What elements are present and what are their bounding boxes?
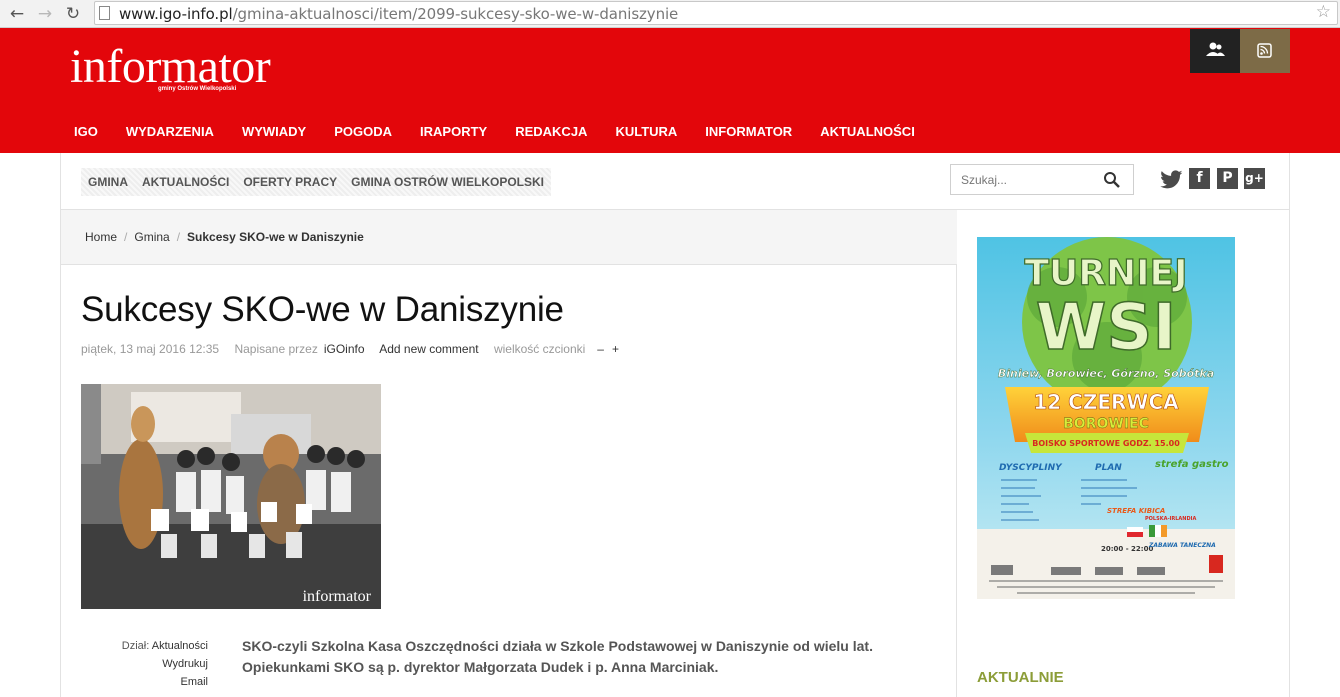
search-input[interactable] (961, 171, 1101, 189)
url-text: www.igo-info.pl/gmina-aktualnosci/item/2… (119, 5, 679, 23)
subnav-item-gmina[interactable]: GMINA (81, 168, 135, 196)
nav-item-redakcja[interactable]: REDAKCJA (501, 122, 601, 142)
email-link[interactable]: Email (81, 673, 208, 691)
poster-art: TURNIEJ WSI Biniew, Borowiec, Górzno, So… (977, 237, 1235, 599)
article-side-info: Dział: Aktualności Wydrukuj Email (81, 637, 208, 691)
event-poster-banner[interactable]: TURNIEJ WSI Biniew, Borowiec, Górzno, So… (977, 237, 1235, 599)
category-line: Dział: Aktualności (81, 637, 208, 655)
add-comment-link[interactable]: Add new comment (379, 342, 478, 356)
poster-match: POLSKA-IRLANDIA (1145, 516, 1196, 522)
browser-toolbar: ← → ↻ www.igo-info.pl/gmina-aktualnosci/… (0, 0, 1340, 28)
nav-item-igo[interactable]: IGO (60, 122, 112, 142)
nav-item-kultura[interactable]: KULTURA (601, 122, 691, 142)
article-date: piątek, 13 maj 2016 12:35 (81, 342, 220, 356)
print-link[interactable]: Wydrukuj (81, 655, 208, 673)
subnav-item-aktualnosci[interactable]: AKTUALNOŚCI (135, 168, 236, 196)
search-box (950, 164, 1134, 195)
article-lead: SKO-czyli Szkolna Kasa Oszczędności dzia… (242, 638, 873, 675)
sidebar-heading-aktualnie: AKTUALNIE (977, 669, 1064, 686)
logo-subtitle: gminy Ostrów Wielkopolski (158, 86, 237, 92)
right-sidebar: TURNIEJ WSI Biniew, Borowiec, Górzno, So… (957, 210, 1290, 697)
breadcrumb-home[interactable]: Home (85, 230, 117, 244)
poster-title-1: TURNIEJ (1024, 253, 1187, 294)
subnav-item-gmina-ostrow[interactable]: GMINA OSTRÓW WIELKOPOLSKI (344, 168, 551, 196)
google-plus-icon[interactable]: g+ (1244, 168, 1265, 189)
rss-icon (1257, 43, 1272, 58)
reload-icon[interactable]: ↻ (62, 3, 84, 25)
poster-venue: BOISKO SPORTOWE GODZ. 15.00 (1032, 439, 1180, 448)
article-meta: piątek, 13 maj 2016 12:35 Napisane przez… (81, 342, 631, 356)
poster-title-2: WSI (1036, 291, 1177, 365)
main-nav: IGO WYDARZENIA WYWIADY POGODA IRAPORTY R… (60, 122, 929, 142)
breadcrumb-current: Sukcesy SKO-we w Daniszynie (187, 230, 364, 244)
breadcrumb-separator: / (176, 230, 181, 244)
nav-item-wywiady[interactable]: WYWIADY (228, 122, 320, 142)
facebook-icon[interactable]: f (1189, 168, 1210, 189)
bookmark-star-icon[interactable]: ☆ (1316, 2, 1331, 22)
nav-item-wydarzenia[interactable]: WYDARZENIA (112, 122, 228, 142)
forward-arrow-icon[interactable]: → (34, 3, 56, 25)
breadcrumb: Home / Gmina / Sukcesy SKO-we w Daniszynie (85, 230, 364, 244)
nav-item-pogoda[interactable]: POGODA (320, 122, 406, 142)
breadcrumb-gmina[interactable]: Gmina (134, 230, 169, 244)
pinterest-icon[interactable]: P (1217, 168, 1238, 189)
font-decrease-button[interactable]: – (597, 342, 604, 356)
font-increase-button[interactable]: + (612, 342, 619, 356)
font-size-label: wielkość czcionki (493, 342, 586, 356)
site-header: informator gminy Ostrów Wielkopolski IGO… (0, 28, 1340, 153)
subnav-item-oferty-pracy[interactable]: OFERTY PRACY (236, 168, 344, 196)
page-icon (99, 6, 110, 20)
rss-button[interactable] (1240, 29, 1290, 73)
nav-item-iraporty[interactable]: IRAPORTY (406, 122, 501, 142)
search-icon[interactable] (1103, 171, 1121, 189)
poster-time: 20:00 - 22:00 (1101, 545, 1153, 553)
sub-navigation-bar: GMINA AKTUALNOŚCI OFERTY PRACY GMINA OST… (60, 153, 1290, 210)
poster-col-gastro: strefa gastro (1155, 459, 1229, 470)
category-label: Dział: (121, 640, 150, 652)
article-photo[interactable]: informator (81, 384, 381, 609)
nav-item-informator[interactable]: INFORMATOR (691, 122, 806, 142)
category-nav: GMINA AKTUALNOŚCI OFERTY PRACY GMINA OST… (81, 168, 552, 196)
user-icon (1206, 42, 1225, 56)
poster-kibic: STREFA KIBICA (1107, 507, 1165, 515)
twitter-icon[interactable] (1160, 168, 1186, 190)
poster-villages: Biniew, Borowiec, Górzno, Sobótka (998, 367, 1214, 380)
article-column: Home / Gmina / Sukcesy SKO-we w Daniszynie S… (60, 210, 957, 697)
poster-col-plan: PLAN (1095, 463, 1122, 473)
poster-place: BOROWIEC (1063, 416, 1149, 432)
breadcrumb-bar: Home / Gmina / Sukcesy SKO-we w Daniszynie (61, 210, 957, 265)
breadcrumb-separator: / (124, 230, 128, 244)
article-author[interactable]: iGOinfo (324, 342, 365, 356)
address-bar[interactable]: www.igo-info.pl/gmina-aktualnosci/item/2… (94, 1, 1338, 25)
category-link[interactable]: Aktualności (152, 640, 208, 652)
written-by-label: Napisane przez (234, 342, 318, 356)
back-arrow-icon[interactable]: ← (6, 3, 28, 25)
nav-item-aktualnosci[interactable]: AKTUALNOŚCI (806, 122, 929, 142)
photo-watermark: informator (302, 588, 371, 605)
article-title: Sukcesy SKO-we w Daniszynie (81, 290, 564, 329)
poster-date: 12 CZERWCA (1033, 390, 1179, 414)
user-button[interactable] (1190, 29, 1240, 73)
poster-col-dyscypliny: DYSCYPLINY (999, 463, 1063, 473)
poster-dance: ZABAWA TANECZNA (1148, 542, 1216, 549)
photo-scene (81, 384, 381, 609)
